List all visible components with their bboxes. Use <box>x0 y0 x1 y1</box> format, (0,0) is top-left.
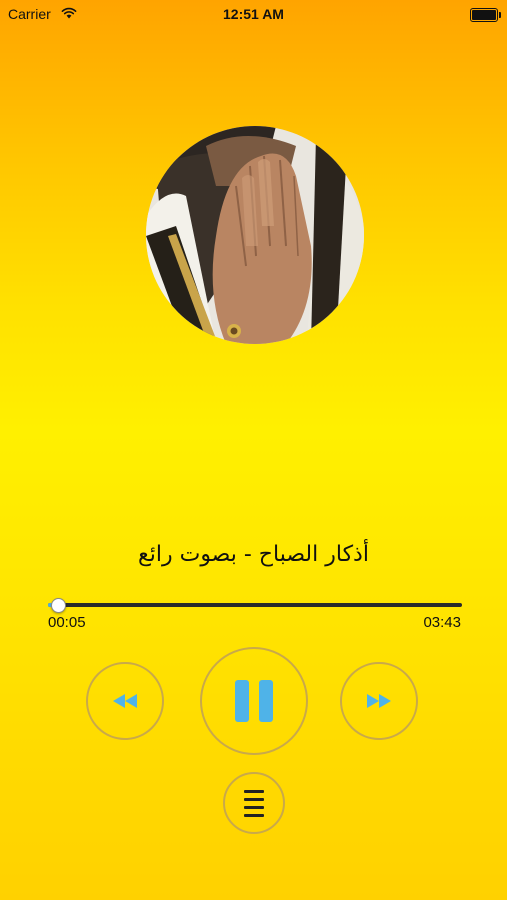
progress-slider[interactable] <box>48 598 462 613</box>
elapsed-time: 00:05 <box>48 614 86 631</box>
pause-icon <box>235 680 273 722</box>
battery-icon <box>470 8 501 22</box>
total-duration: 03:43 <box>423 614 461 631</box>
fast-forward-button[interactable] <box>340 662 418 740</box>
album-artwork <box>146 126 364 344</box>
playlist-button[interactable] <box>223 772 285 834</box>
track-title: أذكار الصباح - بصوت رائع <box>138 542 369 567</box>
fast-forward-icon <box>367 694 391 708</box>
rewind-button[interactable] <box>86 662 164 740</box>
clock: 12:51 AM <box>223 6 284 22</box>
status-bar: Carrier 12:51 AM <box>0 0 507 28</box>
pause-button[interactable] <box>200 647 308 755</box>
playlist-icon <box>244 790 264 817</box>
progress-thumb[interactable] <box>51 598 67 613</box>
progress-track <box>48 603 462 607</box>
rewind-icon <box>113 694 137 708</box>
